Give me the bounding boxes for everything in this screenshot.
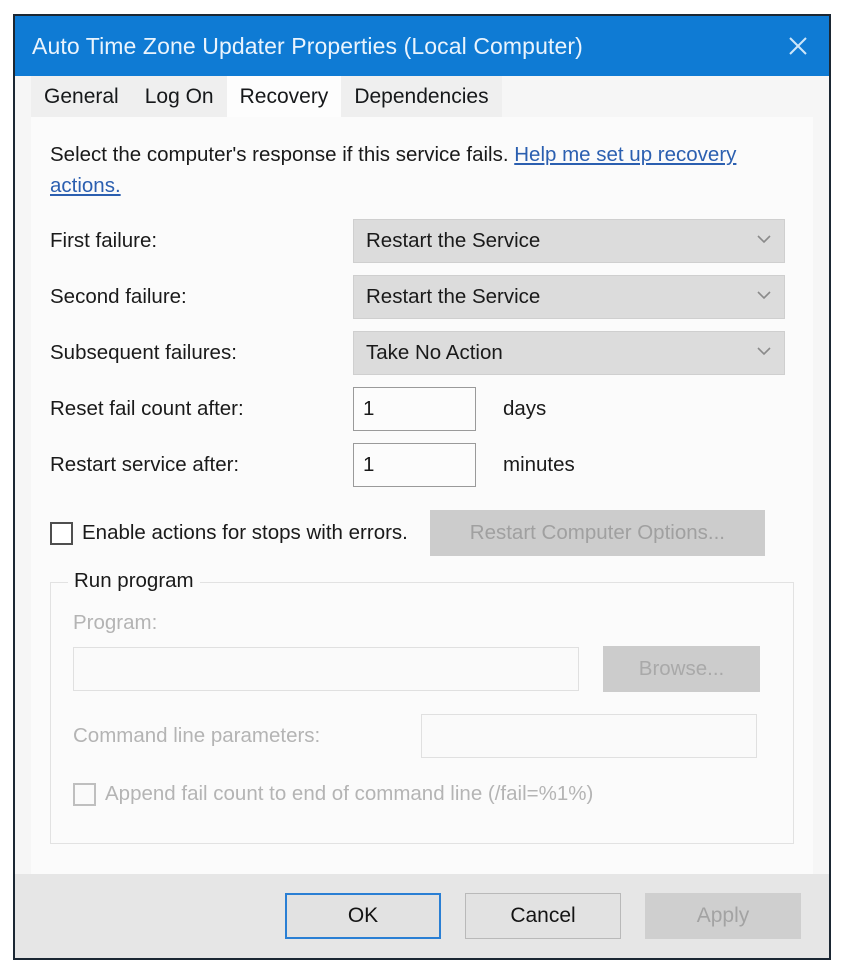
reset-fail-count-value: 1 (363, 397, 375, 420)
cancel-button-label: Cancel (510, 904, 576, 927)
tab-dependencies-label: Dependencies (354, 84, 489, 108)
second-failure-row: Second failure: Restart the Service (50, 269, 794, 325)
title-bar: Auto Time Zone Updater Properties (Local… (15, 16, 829, 76)
enable-actions-checkbox[interactable] (50, 521, 73, 545)
command-parameters-input (421, 714, 757, 758)
screen-root: Auto Time Zone Updater Properties (Local… (0, 0, 844, 974)
chevron-down-icon (755, 344, 773, 362)
chevron-down-icon (755, 288, 773, 306)
second-failure-label: Second failure: (50, 285, 187, 308)
tab-log-on-label: Log On (144, 84, 214, 108)
browse-button-label: Browse... (638, 657, 725, 680)
window-title: Auto Time Zone Updater Properties (Local… (32, 32, 583, 59)
restart-service-after-unit: minutes (503, 453, 575, 476)
cancel-button[interactable]: Cancel (465, 893, 621, 939)
command-parameters-label: Command line parameters: (73, 724, 321, 747)
program-input (73, 647, 579, 691)
first-failure-select[interactable]: Restart the Service (353, 219, 785, 263)
tab-strip: General Log On Recovery Dependencies (15, 76, 829, 117)
subsequent-failures-row: Subsequent failures: Take No Action (50, 325, 794, 381)
reset-fail-count-label: Reset fail count after: (50, 397, 244, 420)
append-fail-count-label: Append fail count to end of command line… (105, 782, 594, 805)
tab-general-label: General (44, 84, 119, 108)
program-field-row: Browse... (73, 646, 771, 692)
reset-fail-count-unit: days (503, 397, 547, 420)
recovery-form: First failure: Restart the Service Secon… (31, 201, 813, 493)
subsequent-failures-select[interactable]: Take No Action (353, 331, 785, 375)
tab-recovery-label: Recovery (239, 84, 329, 108)
tab-dependencies[interactable]: Dependencies (341, 76, 502, 117)
append-fail-count-checkbox (73, 782, 96, 806)
tab-recovery[interactable]: Recovery (226, 76, 342, 117)
subsequent-failures-label: Subsequent failures: (50, 341, 237, 364)
restart-computer-options-button: Restart Computer Options... (429, 510, 765, 556)
dialog-footer: OK Cancel Apply (15, 874, 829, 958)
first-failure-value: Restart the Service (366, 229, 541, 252)
run-program-group: Run program Program: Browse... Command l… (50, 569, 794, 844)
restart-computer-options-label: Restart Computer Options... (469, 521, 725, 544)
append-fail-count-row: Append fail count to end of command line… (73, 782, 771, 806)
enable-actions-row: Enable actions for stops with errors. Re… (31, 493, 813, 556)
close-icon (785, 33, 811, 59)
intro-text: Select the computer's response if this s… (31, 117, 813, 201)
intro-sentence: Select the computer's response if this s… (50, 143, 509, 166)
recovery-tab-panel: Select the computer's response if this s… (31, 117, 813, 874)
restart-service-after-row: Restart service after: 1 minutes (50, 437, 794, 493)
apply-button: Apply (645, 893, 801, 939)
restart-service-after-input[interactable]: 1 (353, 443, 476, 487)
tab-log-on[interactable]: Log On (131, 76, 227, 117)
chevron-down-icon (755, 232, 773, 250)
ok-button[interactable]: OK (285, 893, 441, 939)
first-failure-label: First failure: (50, 229, 158, 252)
enable-actions-label: Enable actions for stops with errors. (82, 521, 408, 544)
reset-fail-count-row: Reset fail count after: 1 days (50, 381, 794, 437)
first-failure-row: First failure: Restart the Service (50, 213, 794, 269)
subsequent-failures-value: Take No Action (366, 341, 503, 364)
run-program-title: Run program (68, 569, 200, 593)
run-program-body: Program: Browse... Command line paramete… (51, 583, 793, 806)
close-button[interactable] (767, 16, 829, 76)
program-label: Program: (73, 611, 158, 634)
browse-button: Browse... (603, 646, 760, 692)
restart-service-after-value: 1 (363, 453, 375, 476)
restart-service-after-label: Restart service after: (50, 453, 240, 476)
apply-button-label: Apply (696, 904, 750, 927)
ok-button-label: OK (347, 904, 379, 927)
second-failure-select[interactable]: Restart the Service (353, 275, 785, 319)
command-parameters-row: Command line parameters: (73, 714, 771, 758)
second-failure-value: Restart the Service (366, 285, 541, 308)
service-properties-dialog: Auto Time Zone Updater Properties (Local… (13, 14, 831, 960)
reset-fail-count-input[interactable]: 1 (353, 387, 476, 431)
tab-general[interactable]: General (31, 76, 132, 117)
